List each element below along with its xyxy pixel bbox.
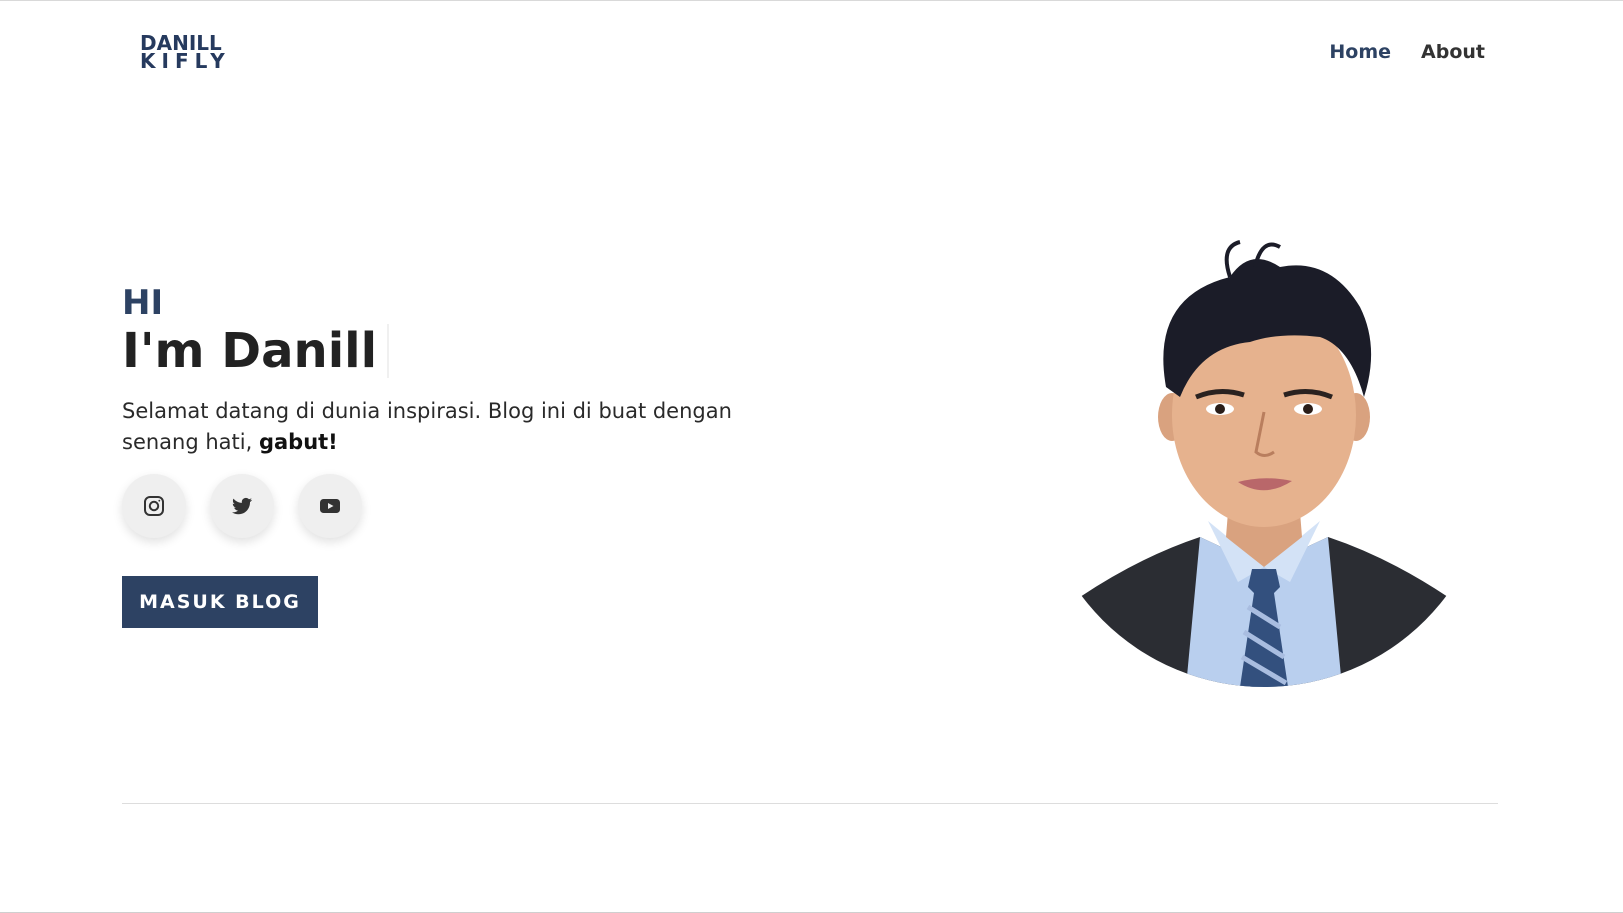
youtube-icon (320, 499, 340, 513)
logo-line-2: KIFLY (140, 49, 231, 73)
hero-intro: Selamat datang di dunia inspirasi. Blog … (122, 396, 762, 458)
hero-headline-text: I'm Danill (122, 323, 378, 379)
section-divider (122, 803, 1498, 804)
nav-home-link[interactable]: Home (1329, 41, 1391, 63)
nav-about-link[interactable]: About (1421, 41, 1485, 63)
page: DANILL KIFLY Home About HI I'm Danill Se… (0, 0, 1623, 913)
profile-photo (1080, 240, 1448, 687)
instagram-icon (144, 496, 164, 516)
hero-intro-text: Selamat datang di dunia inspirasi. Blog … (122, 399, 732, 454)
instagram-button[interactable] (122, 474, 186, 538)
twitter-button[interactable] (210, 474, 274, 538)
hero-headline: I'm Danill (122, 323, 390, 379)
social-links (122, 474, 362, 538)
main-nav: Home About (1329, 41, 1485, 63)
typing-caret (387, 324, 390, 378)
hero-greeting: HI (122, 283, 164, 323)
twitter-icon (232, 497, 252, 515)
youtube-button[interactable] (298, 474, 362, 538)
hero-intro-bold: gabut! (258, 430, 338, 454)
enter-blog-button[interactable]: MASUK BLOG (122, 576, 318, 628)
site-logo[interactable]: DANILL KIFLY (140, 33, 231, 73)
